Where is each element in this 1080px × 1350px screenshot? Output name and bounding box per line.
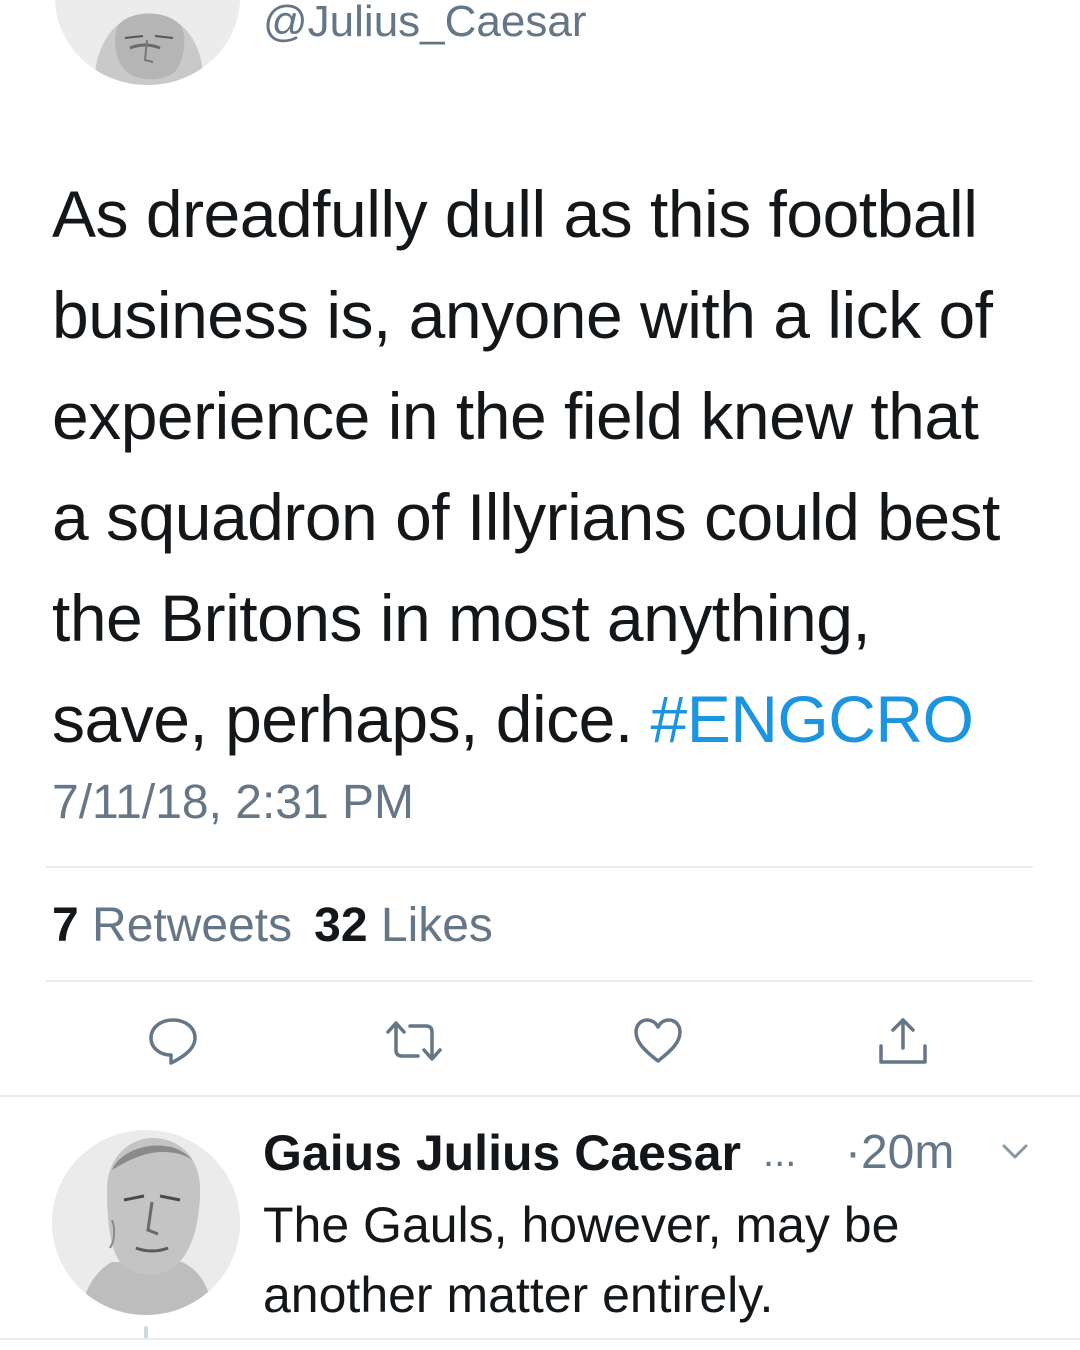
divider <box>0 1095 1080 1097</box>
tweet-text-line-last: save, perhaps, dice. #ENGCRO <box>52 669 1042 770</box>
likes-stat[interactable]: 32 Likes <box>314 899 493 952</box>
likes-count: 32 <box>314 899 368 952</box>
reply-header: Gaius Julius Caesar ... ·20m <box>263 1124 1043 1184</box>
retweets-count: 7 <box>52 899 79 952</box>
tweet-text-line: business is, anyone with a lick of <box>52 278 993 352</box>
hashtag-link[interactable]: #ENGCRO <box>651 682 974 756</box>
tweet-timestamp[interactable]: 7/11/18, 2:31 PM <box>52 775 414 831</box>
likes-label: Likes <box>380 899 493 952</box>
tweet-text-line: a squadron of Illyrians could best <box>52 480 1000 554</box>
share-button[interactable] <box>877 1016 929 1066</box>
reply-text-line: The Gauls, however, may be <box>263 1197 900 1253</box>
reply-author-avatar[interactable] <box>52 1130 240 1315</box>
divider <box>46 980 1033 982</box>
author-handle[interactable]: @Julius_Caesar <box>263 0 586 50</box>
reply-text-line: another matter entirely. <box>263 1267 774 1323</box>
like-button[interactable] <box>632 1016 684 1066</box>
chevron-down-icon[interactable] <box>1001 1142 1029 1162</box>
engagement-stats: 7 Retweets 32 Likes <box>52 897 493 955</box>
reply-name-ellipsis: ... <box>763 1131 797 1175</box>
tweet-text: As dreadfully dull as this football busi… <box>52 164 1042 770</box>
retweet-icon <box>386 1021 442 1061</box>
author-avatar[interactable] <box>55 0 240 85</box>
tweet-text-fragment: save, perhaps, dice. <box>52 682 651 756</box>
share-icon <box>879 1018 927 1064</box>
divider <box>46 866 1033 868</box>
caesar-bust-image <box>55 0 240 85</box>
retweets-stat[interactable]: 7 Retweets <box>52 899 292 952</box>
reply-time[interactable]: ·20m <box>845 1124 954 1182</box>
reply-button[interactable] <box>147 1016 199 1066</box>
reply-text: The Gauls, however, may be another matte… <box>263 1190 1043 1330</box>
divider <box>0 1338 1080 1340</box>
retweets-label: Retweets <box>92 899 293 952</box>
comment-icon <box>149 1018 197 1065</box>
caesar-bust-image <box>52 1130 240 1315</box>
tweet-text-line: As dreadfully dull as this football <box>52 177 978 251</box>
tweet-text-line: the Britons in most anything, <box>52 581 871 655</box>
tweet-text-line: experience in the field knew that <box>52 379 979 453</box>
reply-author-name[interactable]: Gaius Julius Caesar <box>263 1124 741 1182</box>
heart-icon <box>634 1018 682 1063</box>
retweet-button[interactable] <box>382 1016 446 1066</box>
